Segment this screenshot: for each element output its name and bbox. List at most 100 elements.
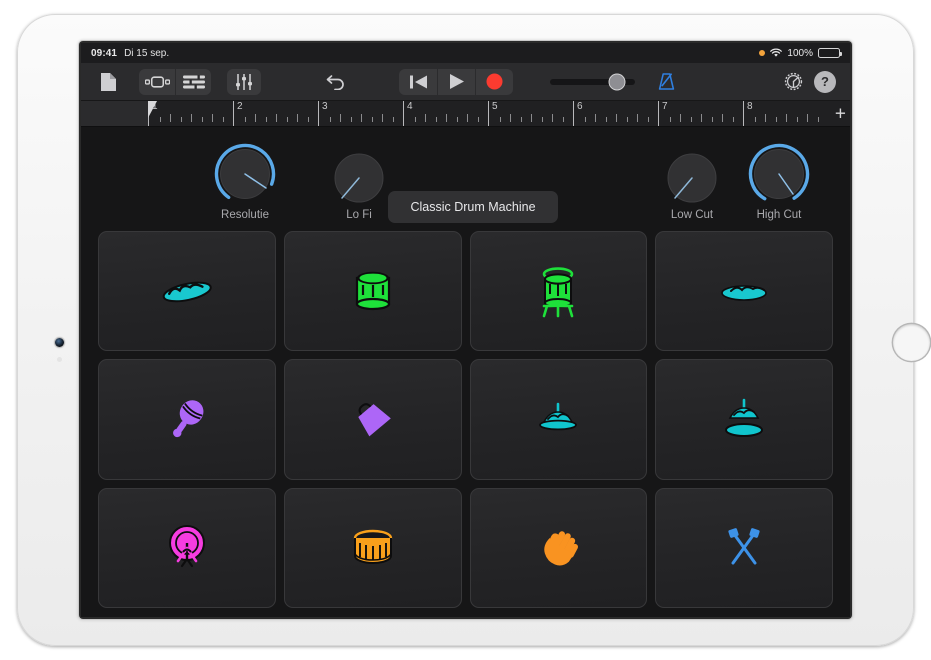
ruler-beat-tick xyxy=(542,117,543,122)
ruler-beat-tick xyxy=(245,117,246,122)
help-glyph: ? xyxy=(821,74,829,89)
gong-pad[interactable] xyxy=(98,488,276,608)
ruler-bar[interactable]: 4 xyxy=(403,101,488,126)
volume-thumb[interactable] xyxy=(610,74,625,89)
ruler-bars[interactable]: 12345 67 8 xyxy=(148,101,828,126)
shaker-pad[interactable] xyxy=(98,359,276,479)
crash-cymbal-icon xyxy=(159,273,215,309)
ipad-device-frame: 09:41 Di 15 sep. 100% xyxy=(17,14,914,646)
closed-hihat-pad[interactable] xyxy=(470,359,648,479)
ruler-beat-tick xyxy=(563,117,564,122)
ruler-beat-tick xyxy=(637,114,638,122)
drumsticks-icon xyxy=(721,525,767,571)
ride-cymbal-icon xyxy=(717,277,771,305)
ruler-beat-tick xyxy=(160,117,161,122)
knob-lofi-label: Lo Fi xyxy=(319,209,399,221)
cowbell-icon xyxy=(350,396,396,442)
record-icon[interactable] xyxy=(475,69,513,95)
ruler-beat-tick xyxy=(680,114,681,122)
ruler-beat-tick xyxy=(818,117,819,122)
ruler-beat-tick xyxy=(382,114,383,122)
ruler-bar-number: 5 xyxy=(492,101,498,112)
ruler-bar[interactable]: 5 xyxy=(488,101,573,126)
knob-lowcut[interactable]: Low Cut xyxy=(652,151,732,221)
ruler-bar-number: 7 xyxy=(662,101,668,112)
ruler-beat-tick xyxy=(170,114,171,122)
ruler-beat-tick xyxy=(467,114,468,122)
master-volume-slider[interactable] xyxy=(550,79,635,85)
crash-cymbal-pad[interactable] xyxy=(98,231,276,351)
clap-pad[interactable] xyxy=(470,488,648,608)
knob-highcut-label: High Cut xyxy=(733,209,825,221)
ruler-beat-tick xyxy=(807,114,808,122)
ruler-bar[interactable]: 2 xyxy=(233,101,318,126)
undo-icon[interactable] xyxy=(321,69,351,95)
ruler-beat-tick xyxy=(616,114,617,122)
help-icon[interactable]: ? xyxy=(814,71,836,93)
ruler-beat-tick xyxy=(648,117,649,122)
ruler-beat-tick xyxy=(786,114,787,122)
knob-resolutie[interactable]: Resolutie xyxy=(199,143,291,221)
ruler-bar[interactable]: 6 xyxy=(573,101,658,126)
ipad-screen: 09:41 Di 15 sep. 100% xyxy=(81,43,850,617)
document-icon[interactable] xyxy=(93,69,123,95)
add-section-button[interactable]: + xyxy=(835,104,846,123)
snare-pad[interactable] xyxy=(284,488,462,608)
ruler-beat-tick xyxy=(446,114,447,122)
floor-tom-icon xyxy=(536,264,580,318)
drum-pad-grid xyxy=(98,231,833,608)
ruler-beat-tick xyxy=(415,117,416,122)
ruler-bar[interactable]: 3 xyxy=(318,101,403,126)
main-toolbar: ? xyxy=(81,63,850,101)
ruler-beat-tick xyxy=(765,114,766,122)
ruler-bar[interactable]: 1 xyxy=(148,101,233,126)
ruler-beat-tick xyxy=(712,117,713,122)
closed-hihat-icon xyxy=(534,401,582,437)
settings-gear-icon[interactable] xyxy=(778,69,808,95)
knob-lofi[interactable]: Lo Fi xyxy=(319,151,399,221)
tracks-list-icon[interactable] xyxy=(175,69,211,95)
status-date: Di 15 sep. xyxy=(124,48,169,59)
ruler-beat-tick xyxy=(733,117,734,122)
patch-name-button[interactable]: Classic Drum Machine xyxy=(388,191,558,223)
timeline-ruler[interactable]: 12345 67 8 + xyxy=(81,101,850,127)
ruler-beat-tick xyxy=(797,117,798,122)
mixer-faders-icon[interactable] xyxy=(227,69,261,95)
home-button[interactable] xyxy=(893,324,930,361)
rewind-to-start-icon[interactable] xyxy=(399,69,437,95)
ruler-bar[interactable]: 8 xyxy=(743,101,828,126)
ruler-beat-tick xyxy=(552,114,553,122)
view-mode-segmented-control xyxy=(139,69,211,95)
knob-lowcut-label: Low Cut xyxy=(652,209,732,221)
knob-resolutie-label: Resolutie xyxy=(199,209,291,221)
ruler-beat-tick xyxy=(521,117,522,122)
wifi-icon xyxy=(770,48,782,58)
tom-pad[interactable] xyxy=(284,231,462,351)
track-view-icon[interactable] xyxy=(139,69,175,95)
floor-tom-pad[interactable] xyxy=(470,231,648,351)
front-camera-icon xyxy=(55,338,64,347)
status-bar: 09:41 Di 15 sep. 100% xyxy=(81,43,850,63)
play-icon[interactable] xyxy=(437,69,475,95)
ride-cymbal-pad[interactable] xyxy=(655,231,833,351)
ruler-beat-tick xyxy=(606,117,607,122)
metronome-icon[interactable] xyxy=(651,69,681,95)
playhead-marker[interactable] xyxy=(148,101,158,126)
open-hihat-pad[interactable] xyxy=(655,359,833,479)
transport-controls xyxy=(399,69,513,95)
ruler-beat-tick xyxy=(755,117,756,122)
open-hihat-icon xyxy=(720,398,768,440)
ruler-beat-tick xyxy=(701,114,702,122)
ruler-beat-tick xyxy=(776,117,777,122)
ruler-beat-tick xyxy=(191,114,192,122)
ruler-beat-tick xyxy=(627,117,628,122)
ruler-beat-tick xyxy=(531,114,532,122)
ruler-beat-tick xyxy=(287,117,288,122)
maraca-icon xyxy=(164,396,210,442)
knob-highcut[interactable]: High Cut xyxy=(733,143,825,221)
hand-clap-icon xyxy=(535,525,581,571)
ruler-beat-tick xyxy=(510,114,511,122)
cowbell-pad[interactable] xyxy=(284,359,462,479)
sticks-pad[interactable] xyxy=(655,488,833,608)
ruler-bar[interactable]: 7 xyxy=(658,101,743,126)
